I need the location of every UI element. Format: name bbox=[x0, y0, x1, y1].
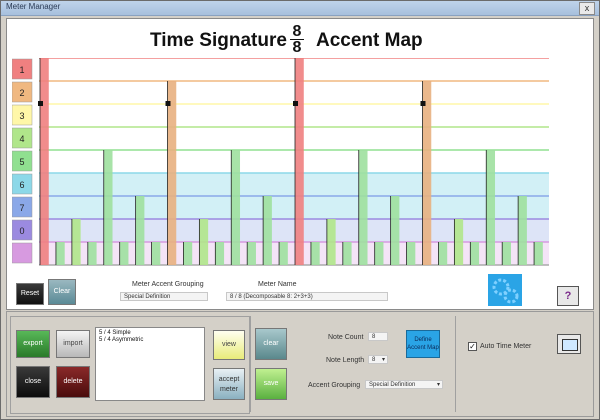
divider bbox=[455, 316, 456, 412]
beat-bar bbox=[358, 150, 368, 265]
chevron-down-icon[interactable]: ▾ bbox=[437, 381, 440, 390]
import-button[interactable]: import bbox=[56, 330, 90, 358]
help-button[interactable]: ? bbox=[557, 286, 579, 306]
meter-list[interactable]: 5 / 4 Simple 5 / 4 Asymmetric bbox=[95, 327, 205, 401]
time-signature-denominator: 8 bbox=[292, 39, 302, 56]
reset-button[interactable]: Reset bbox=[16, 283, 44, 305]
beat-bar bbox=[263, 196, 272, 265]
beat-bar bbox=[231, 150, 241, 265]
note-length-field[interactable]: 8 ▾ bbox=[368, 355, 388, 364]
accent-level-label: 1 bbox=[19, 65, 24, 75]
beat-bar bbox=[374, 242, 384, 265]
accent-grouping-select[interactable]: Special Definition ▾ bbox=[365, 380, 443, 389]
close-button[interactable]: close bbox=[16, 366, 50, 398]
meter-accent-grouping-label: Meter Accent Grouping bbox=[132, 281, 204, 288]
title-bar[interactable]: Meter Manager x bbox=[1, 1, 599, 16]
beat-bar bbox=[406, 242, 416, 265]
beat-bar bbox=[342, 242, 352, 265]
accent-level-label: 6 bbox=[19, 180, 24, 190]
accent-level-label: 3 bbox=[19, 111, 24, 121]
accent-level-label: 0 bbox=[19, 226, 24, 236]
gear-icon[interactable] bbox=[488, 274, 522, 306]
beat-bar bbox=[534, 242, 543, 265]
accent-level-label: 2 bbox=[19, 88, 24, 98]
beat-bar bbox=[183, 242, 193, 265]
beat-bar bbox=[326, 219, 336, 265]
meter-name-field[interactable]: 8 / 8 (Decomposable 8: 2+3+3) bbox=[226, 292, 388, 301]
beat-bar bbox=[295, 58, 304, 265]
clear-button[interactable]: clear bbox=[255, 328, 287, 360]
view-button[interactable]: view bbox=[213, 330, 245, 360]
meter-name-label: Meter Name bbox=[258, 281, 297, 288]
note-length-value: 8 bbox=[372, 357, 376, 363]
close-window-button[interactable]: x bbox=[579, 2, 595, 15]
accent-map-grid[interactable]: 1 2 3 4 5 6 7 0 bbox=[12, 58, 552, 270]
beat-bar bbox=[215, 242, 225, 265]
beat-marker bbox=[293, 101, 298, 106]
export-button[interactable]: export bbox=[16, 330, 50, 358]
display-button[interactable] bbox=[557, 334, 581, 354]
clear-grid-button[interactable]: Clear bbox=[48, 279, 76, 305]
beat-bar bbox=[310, 242, 320, 265]
note-count-field[interactable]: 8 bbox=[368, 332, 388, 341]
beat-bar bbox=[502, 242, 511, 265]
define-accent-map-button[interactable]: Define Accent Map bbox=[406, 330, 440, 358]
accent-level-box bbox=[12, 242, 33, 264]
list-item[interactable]: 5 / 4 Asymmetric bbox=[99, 337, 201, 344]
beat-bar bbox=[279, 242, 288, 265]
divider bbox=[250, 316, 251, 412]
beat-bar bbox=[135, 196, 145, 265]
beat-bar bbox=[119, 242, 129, 265]
beat-bar bbox=[470, 242, 480, 265]
beat-bar bbox=[87, 242, 97, 265]
beat-bar bbox=[55, 242, 65, 265]
beat-bar bbox=[71, 219, 81, 265]
beat-bar bbox=[151, 242, 161, 265]
note-length-label: Note Length bbox=[326, 357, 365, 364]
auto-time-meter-checkbox[interactable]: ✓ bbox=[468, 342, 477, 351]
band-level-0 bbox=[39, 219, 549, 242]
beat-bar bbox=[40, 58, 49, 265]
accent-level-label: 7 bbox=[19, 203, 24, 213]
title-part-2: Accent Map bbox=[316, 30, 423, 51]
note-count-label: Note Count bbox=[328, 334, 364, 341]
beat-marker bbox=[420, 101, 426, 106]
beat-bar bbox=[390, 196, 400, 265]
beat-bar bbox=[103, 150, 113, 265]
accent-grouping-value: Special Definition bbox=[369, 382, 416, 388]
beat-bar bbox=[486, 150, 496, 265]
beat-bar bbox=[438, 242, 448, 265]
time-signature-fraction: 8 8 bbox=[289, 23, 305, 56]
meter-accent-grouping-field[interactable]: Special Definition bbox=[120, 292, 208, 301]
auto-time-meter-label: Auto Time Meter bbox=[480, 343, 532, 350]
list-item[interactable]: 5 / 4 Simple bbox=[99, 330, 201, 337]
chevron-down-icon[interactable]: ▾ bbox=[382, 356, 385, 365]
time-signature-numerator: 8 bbox=[292, 23, 302, 40]
accept-meter-button[interactable]: accept meter bbox=[213, 368, 245, 400]
beat-bar bbox=[247, 242, 256, 265]
accent-level-label: 4 bbox=[19, 134, 24, 144]
beat-bar bbox=[199, 219, 209, 265]
beat-bar bbox=[167, 81, 177, 265]
monitor-icon bbox=[562, 339, 578, 351]
title-part-1: Time Signature bbox=[150, 30, 287, 51]
beat-marker bbox=[38, 101, 43, 106]
accent-level-label: 5 bbox=[19, 157, 24, 167]
beat-bar bbox=[422, 81, 432, 265]
delete-button[interactable]: delete bbox=[56, 366, 90, 398]
beat-bar bbox=[454, 219, 464, 265]
window-title: Meter Manager bbox=[6, 2, 61, 11]
beat-marker bbox=[165, 101, 171, 106]
accent-grouping-label: Accent Grouping bbox=[308, 382, 361, 389]
save-button[interactable]: save bbox=[255, 368, 287, 400]
beat-bar bbox=[518, 196, 527, 265]
